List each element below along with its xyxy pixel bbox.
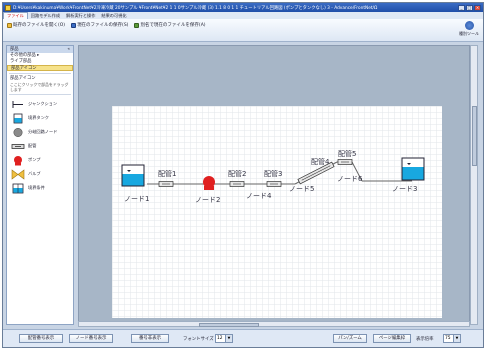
save-file-label: 現在のファイルの保存(S) [77,23,129,28]
branch-node-icon [11,127,25,138]
junction-label: ジャンクション [28,100,58,106]
chevron-down-icon: ▼ [225,335,232,342]
palette-valve[interactable]: バルブ [7,167,73,181]
help-icon [464,21,474,30]
horizontal-scrollbar[interactable] [78,321,470,327]
pipe-1[interactable] [158,181,174,187]
font-size-select[interactable]: 12 ▼ [215,334,233,343]
app-icon [5,4,11,11]
panel-title: 部品 [10,47,19,52]
pump-label: ポンプ [28,156,41,162]
pipe-2[interactable] [229,181,245,187]
node-2-label: ノード2 [195,196,221,204]
pipe-5[interactable] [337,159,353,165]
circuit-diagram [121,157,425,190]
pan-zoom-button[interactable]: パン/ズーム [333,334,367,343]
chevron-down-icon: ▼ [453,335,460,342]
junction-icon [11,99,25,110]
pipe-4-label: 配管4 [311,158,330,166]
divider [9,94,71,95]
node-4-label: ノード4 [246,192,272,200]
save-icon [71,22,77,28]
save-as-button[interactable]: 別名で現在のファイルを保存(A) [134,22,206,28]
panel-header: 部品 « [7,46,73,53]
tank-icon [11,113,25,124]
pump-node-2[interactable] [203,176,215,190]
diagram-workspace[interactable]: 配管1 ノード1 ノード2 配管2 ノード4 配管3 ノード5 配管4 ノード6… [78,45,470,325]
boundary-icon [11,183,25,194]
collapse-icon[interactable]: « [67,46,70,53]
file-group: 既存のファイルを開く(O) 現在のファイルの保存(S) 別名で現在のファイルを保… [7,22,206,28]
node-numbers-button[interactable]: ノード番号表示 [69,334,113,343]
pipe-label: 配管 [28,142,37,148]
palette-boundary[interactable]: 境界条件 [7,181,73,195]
open-file-button[interactable]: 既存のファイルを開く(O) [7,22,65,28]
page-edit-button[interactable]: ページ編集枠 [373,334,411,343]
pump-icon [11,155,25,166]
title-bar: D:¥Users¥kakinuma¥Work¥FrontNet¥2冷凍冷蔵 20… [3,3,483,12]
nav-part-icons[interactable]: 部品アイコン [7,65,73,71]
node-3-label: ノード3 [392,185,418,193]
ribbon-tabs: ファイル 回路モデル作成 解析実行と操作 結果の可視化 [3,12,483,19]
horizontal-scroll-thumb[interactable] [199,322,259,327]
diagram-sheet[interactable]: 配管1 ノード1 ノード2 配管2 ノード4 配管3 ノード5 配管4 ノード6… [112,106,442,318]
app-window: D:¥Users¥kakinuma¥Work¥FrontNet¥2冷凍冷蔵 20… [2,2,484,348]
pipe-3[interactable] [266,181,282,187]
pipe-icon [11,141,25,152]
save-as-icon [134,22,140,28]
ribbon: 既存のファイルを開く(O) 現在のファイルの保存(S) 別名で現在のファイルを保… [3,19,483,42]
palette-branch-node[interactable]: 分岐回路ノード [7,125,73,139]
boundary-label: 境界条件 [28,184,45,190]
zoom-select[interactable]: 75 ▼ [443,334,461,343]
vertical-scroll-thumb[interactable] [472,106,477,166]
pipe-5-label: 配管5 [338,150,357,158]
palette-pipe[interactable]: 配管 [7,139,73,153]
maximize-button[interactable]: □ [466,4,473,11]
divider [9,73,71,74]
zoom-label: 表示倍率 [416,337,434,342]
palette-junction[interactable]: ジャンクション [7,97,73,111]
node-6-label: ノード6 [337,175,363,183]
window-controls: _ □ × [458,4,481,11]
vertical-scrollbar[interactable] [470,45,478,325]
save-as-label: 別名で現在のファイルを保存(A) [140,23,206,28]
component-panel: 部品 « その他の部品 ▸ ライブ部品 部品アイコン 部品アイコン ここにクリッ… [6,45,74,325]
font-size-label: フォントサイズ [183,337,214,342]
minimize-button[interactable]: _ [458,4,465,11]
tab-file[interactable]: ファイル [3,12,28,19]
palette-tank[interactable]: 境界タンク [7,111,73,125]
valve-icon [11,168,25,180]
pipe-1-label: 配管1 [158,170,177,178]
pipe-3-label: 配管3 [264,170,283,178]
open-file-label: 既存のファイルを開く(O) [13,23,66,28]
node-1-label: ノード1 [124,195,150,203]
tank-node-1[interactable] [121,164,145,187]
palette-pump[interactable]: ポンプ [7,153,73,167]
bottom-toolbar: 配管番号表示 ノード番号表示 番号非表示 フォントサイズ 12 ▼ パン/ズーム… [3,329,483,347]
component-numbers-button[interactable]: 番号非表示 [131,334,169,343]
folder-icon [7,22,12,28]
help-tool-label: 種別ツール [459,31,479,36]
window-title: D:¥Users¥kakinuma¥Work¥FrontNet¥2冷凍冷蔵 20… [13,5,378,11]
node-5-label: ノード5 [289,185,315,193]
close-button[interactable]: × [474,4,481,11]
help-tool-button[interactable]: 種別ツール [459,21,479,37]
branch-node-label: 分岐回路ノード [28,128,58,134]
section-desc: ここにクリックで部品をドラッグします [10,82,69,92]
zoom-value: 75 [445,336,451,341]
tank-node-3[interactable] [401,157,425,181]
font-size-value: 12 [217,336,223,341]
tank-label: 境界タンク [28,114,49,120]
pipe-numbers-button[interactable]: 配管番号表示 [19,334,63,343]
save-file-button[interactable]: 現在のファイルの保存(S) [71,22,128,28]
pipe-2-label: 配管2 [228,170,247,178]
valve-label: バルブ [28,170,41,176]
